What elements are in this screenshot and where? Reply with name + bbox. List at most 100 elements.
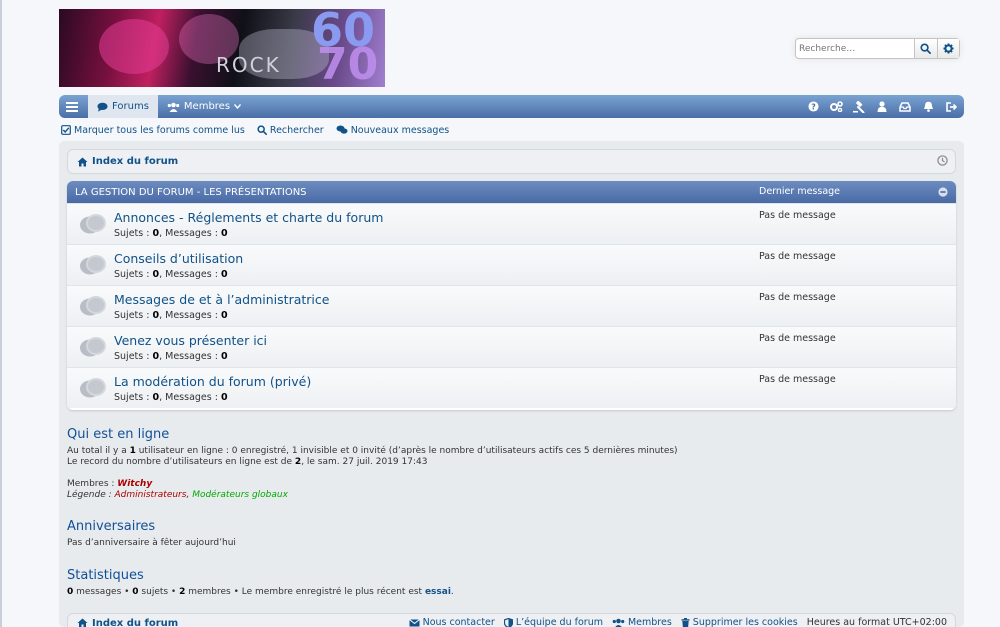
forum-category: La gestion du forum - Les présentations … [67, 181, 956, 410]
private-messages-button[interactable] [898, 100, 912, 114]
birthdays-section: Anniversaires Pas d’anniversaire à fêter… [67, 519, 236, 549]
home-icon [77, 618, 88, 627]
footer-links: Nous contacter L’équipe du forum Membres… [408, 617, 947, 627]
search-button[interactable] [914, 39, 937, 58]
nav-tab-forums-label: Forums [112, 101, 149, 112]
online-members: Membres : Witchy [67, 479, 678, 490]
forum-title-link[interactable]: Venez vous présenter ici [114, 333, 267, 348]
delete-cookies-link[interactable]: Supprimer les cookies [681, 617, 798, 627]
online-member-link[interactable]: Witchy [117, 479, 152, 489]
legend-global-moderators-link[interactable]: Modérateurs globaux [192, 490, 288, 500]
forum-last-post: Pas de message [759, 292, 836, 303]
record-text: , le sam. 27 juil. 2019 17:43 [301, 457, 428, 467]
topics-count: 0 [152, 310, 160, 321]
site-header: ROCK 60 70 [59, 9, 964, 89]
nav-tab-members[interactable]: Membres [158, 95, 250, 118]
admin-panel-button[interactable] [852, 100, 866, 114]
contact-link[interactable]: Nous contacter [408, 617, 495, 627]
page-left-border [0, 0, 2, 627]
menu-toggle-button[interactable] [62, 97, 82, 117]
forum-row: Venez vous présenter ici Sujets : 0, Mes… [67, 326, 956, 367]
posts-label: Messages : [165, 310, 218, 321]
minus-circle-icon [938, 187, 948, 197]
category-title[interactable]: La gestion du forum - Les présentations [67, 187, 307, 198]
breadcrumb-index-link[interactable]: Index du forum [92, 156, 178, 167]
members-label: Membres [627, 617, 672, 627]
group-legend: Légende : Administrateurs, Modérateurs g… [67, 490, 678, 501]
forum-last-post: Pas de message [759, 333, 836, 344]
forum-stats: Sujets : 0, Messages : 0 [114, 310, 228, 321]
posts-count: 0 [220, 310, 228, 321]
search-icon [920, 43, 932, 54]
logo-number-bottom: 70 [317, 39, 379, 87]
topics-count: 0 [152, 228, 160, 239]
forum-title-link[interactable]: La modération du forum (privé) [114, 374, 311, 389]
posts-label: Messages : [165, 269, 218, 280]
advanced-search-button[interactable] [936, 39, 959, 58]
forum-title-link[interactable]: Messages de et à l’administratrice [114, 292, 329, 307]
speech-bubble-icon [97, 102, 108, 112]
forum-stats: Sujets : 0, Messages : 0 [114, 351, 228, 362]
category-header: La gestion du forum - Les présentations … [67, 181, 956, 203]
search-link[interactable]: Rechercher [257, 124, 324, 136]
posts-count: 0 [220, 269, 228, 280]
search-box [795, 38, 960, 59]
envelope-icon [408, 618, 420, 626]
team-link[interactable]: L’équipe du forum [503, 617, 603, 627]
posts-label: Messages : [165, 351, 218, 362]
forum-title-link[interactable]: Annonces - Réglements et charte du forum [114, 210, 383, 225]
topics-label: Sujets : [114, 228, 150, 239]
forum-read-icon [80, 214, 106, 234]
faq-button[interactable]: ? [806, 100, 820, 114]
online-text: utilisateur en ligne : 0 enregistré, 1 i… [135, 446, 678, 456]
sign-out-icon [945, 101, 957, 112]
team-label: L’équipe du forum [515, 617, 603, 627]
footer-navbar: Index du forum Nous contacter L’équipe d… [67, 613, 956, 627]
page-body: Index du forum La gestion du forum - Les… [59, 141, 964, 627]
topics-count: 0 [152, 392, 160, 403]
nav-tab-forums[interactable]: Forums [88, 95, 158, 118]
quick-links: Marquer tous les forums comme lus Recher… [61, 124, 449, 136]
user-profile-button[interactable] [875, 100, 889, 114]
forum-row: La modération du forum (privé) Sujets : … [67, 367, 956, 408]
gears-icon [829, 101, 843, 112]
forum-row: Messages de et à l’administratrice Sujet… [67, 285, 956, 326]
home-icon [77, 157, 88, 166]
users-icon [612, 618, 625, 627]
site-logo[interactable]: ROCK 60 70 [59, 9, 385, 87]
online-text: Au total il y a [67, 446, 130, 456]
posts-count: 0 [220, 392, 228, 403]
last-post-column-header: Dernier message [759, 186, 841, 197]
forum-last-post: Pas de message [759, 210, 836, 221]
bell-icon [923, 101, 933, 112]
online-summary: Au total il y a 1 utilisateur en ligne :… [67, 446, 678, 457]
forum-row: Conseils d’utilisation Sujets : 0, Messa… [67, 244, 956, 285]
timezone-button[interactable] [937, 155, 948, 169]
breadcrumb: Index du forum [67, 149, 956, 174]
topics-count: 0 [152, 351, 160, 362]
online-record: Le record du nombre d’utilisateurs en li… [67, 457, 678, 468]
topics-label: Sujets : [114, 392, 150, 403]
new-posts-link[interactable]: Nouveaux messages [336, 124, 450, 136]
new-posts-label: Nouveaux messages [350, 124, 450, 136]
forum-title-link[interactable]: Conseils d’utilisation [114, 251, 243, 266]
footer-index-link[interactable]: Index du forum [77, 618, 178, 627]
members-label: Membres : [67, 479, 118, 489]
svg-text:?: ? [811, 102, 816, 111]
stats-text: . [450, 587, 454, 597]
shield-icon [503, 617, 513, 627]
trash-icon [681, 617, 690, 627]
moderation-panel-button[interactable] [829, 100, 843, 114]
newest-member-link[interactable]: essai [425, 587, 451, 597]
legend-administrators-link[interactable]: Administrateurs [115, 490, 187, 500]
members-link[interactable]: Membres [612, 617, 672, 627]
notifications-button[interactable] [921, 100, 935, 114]
collapse-category-button[interactable] [938, 187, 948, 200]
check-square-icon [61, 125, 71, 135]
mark-forums-read-link[interactable]: Marquer tous les forums comme lus [61, 124, 245, 136]
who-is-online-title[interactable]: Qui est en ligne [67, 427, 678, 442]
search-input[interactable] [796, 39, 914, 58]
logout-button[interactable] [944, 100, 958, 114]
topics-label: Sujets : [114, 269, 150, 280]
birthdays-title: Anniversaires [67, 519, 156, 534]
